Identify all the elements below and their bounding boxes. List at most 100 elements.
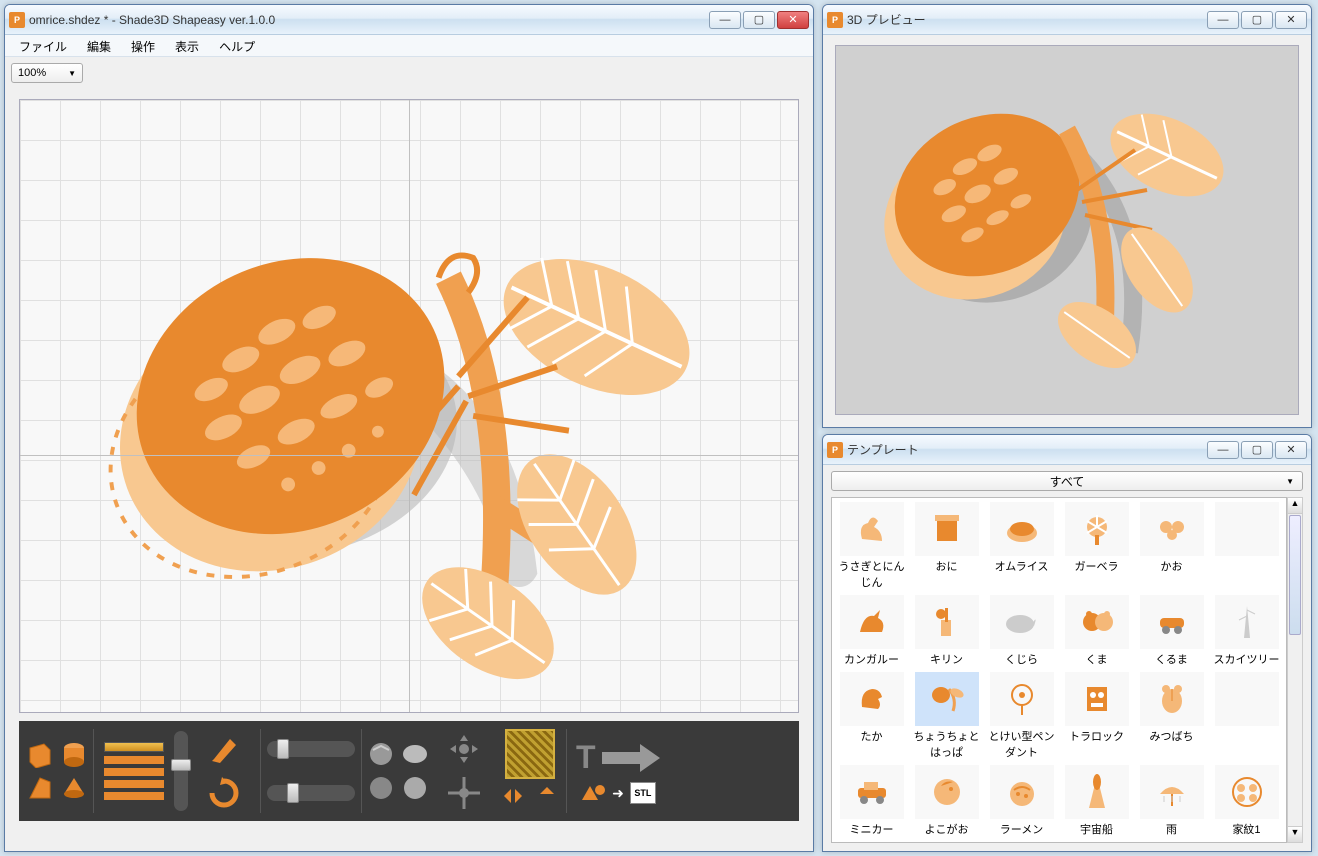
template-item[interactable]: トラロック	[1059, 670, 1134, 763]
maximize-button[interactable]: ▢	[1241, 11, 1273, 29]
template-item[interactable]: たか	[834, 670, 909, 763]
dropdown-caret-icon: ▼	[68, 69, 76, 78]
template-item[interactable]: カンガルー	[834, 593, 909, 670]
bevel-b-tool[interactable]	[400, 739, 430, 769]
bevel-a-tool[interactable]	[366, 739, 396, 769]
template-item[interactable]: おに	[909, 500, 984, 593]
template-label: とけい型ペンダント	[984, 728, 1059, 760]
canvas-2d[interactable]	[19, 99, 799, 713]
template-item[interactable]	[1209, 670, 1284, 763]
template-item[interactable]: みつばち	[1134, 670, 1209, 763]
cone-shape-tool[interactable]	[59, 773, 89, 803]
toolbar-separator	[93, 729, 94, 813]
template-item[interactable]: くま	[1059, 593, 1134, 670]
menu-view[interactable]: 表示	[165, 35, 209, 56]
template-item[interactable]: かお	[1134, 500, 1209, 593]
template-title: テンプレート	[847, 441, 1207, 458]
height-slider-thumb[interactable]	[171, 759, 191, 771]
layer-top-icon[interactable]	[104, 742, 164, 752]
width-slider[interactable]	[267, 741, 355, 757]
height-slider[interactable]	[174, 731, 188, 811]
scroll-up-button[interactable]: ▲	[1288, 498, 1302, 514]
template-window: P テンプレート — ▢ ✕ すべて ▼ うさぎとにんじんおにオムライスガーベラ…	[822, 434, 1312, 852]
dropdown-caret-icon: ▼	[1286, 477, 1294, 486]
filter-value: すべて	[1050, 473, 1085, 490]
app-icon: P	[827, 12, 843, 28]
menu-file[interactable]: ファイル	[9, 35, 77, 56]
template-label: スカイツリー	[1209, 651, 1284, 667]
scroll-handle[interactable]	[1289, 515, 1301, 635]
template-item[interactable]: ちょうちょとはっぱ	[909, 670, 984, 763]
template-thumb	[1065, 672, 1129, 726]
template-item[interactable]: うさぎとにんじん	[834, 500, 909, 593]
template-item[interactable]: スカイツリー	[1209, 593, 1284, 670]
svg-text:T: T	[576, 739, 596, 775]
menu-edit[interactable]: 編集	[77, 35, 121, 56]
menubar: ファイル 編集 操作 表示 ヘルプ	[5, 35, 813, 57]
template-item[interactable]: ラーメン	[984, 763, 1059, 840]
bevel-c-tool[interactable]	[366, 773, 396, 803]
template-item[interactable]: くじら	[984, 593, 1059, 670]
template-filter-select[interactable]: すべて ▼	[831, 471, 1303, 491]
template-item[interactable]	[1209, 500, 1284, 593]
wedge-shape-tool[interactable]	[25, 773, 55, 803]
scroll-down-button[interactable]: ▼	[1288, 826, 1302, 842]
template-item[interactable]: ガーベラ	[1059, 500, 1134, 593]
move-tools	[434, 729, 494, 813]
template-label: ガーベラ	[1059, 558, 1134, 574]
depth-slider[interactable]	[267, 785, 355, 801]
close-button[interactable]: ✕	[1275, 11, 1307, 29]
flip-v-tool[interactable]	[532, 781, 562, 811]
close-button[interactable]: ✕	[1275, 441, 1307, 459]
close-button[interactable]: ✕	[777, 11, 809, 29]
bevel-d-tool[interactable]	[400, 773, 430, 803]
minimize-button[interactable]: —	[1207, 11, 1239, 29]
preview-titlebar[interactable]: P 3D プレビュー — ▢ ✕	[823, 5, 1311, 35]
shape-tools	[27, 729, 87, 813]
width-slider-thumb[interactable]	[277, 739, 289, 759]
minimize-button[interactable]: —	[1207, 441, 1239, 459]
layer-2-icon[interactable]	[104, 756, 164, 764]
menu-operate[interactable]: 操作	[121, 35, 165, 56]
preview-3d-canvas[interactable]	[835, 45, 1299, 415]
template-item[interactable]: よこがお	[909, 763, 984, 840]
layer-3-icon[interactable]	[104, 768, 164, 776]
template-label: ミニカー	[834, 821, 909, 837]
menu-help[interactable]: ヘルプ	[209, 35, 265, 56]
template-item[interactable]: とけい型ペンダント	[984, 670, 1059, 763]
export-stl-button[interactable]: STL	[630, 782, 656, 804]
template-item[interactable]: 雨	[1134, 763, 1209, 840]
export-shape-icon[interactable]	[580, 782, 606, 804]
template-label: カンガルー	[834, 651, 909, 667]
template-thumb	[840, 502, 904, 556]
text-tool-icon[interactable]: T	[574, 738, 596, 778]
zoom-level-select[interactable]: 100% ▼	[11, 63, 83, 83]
layer-4-icon[interactable]	[104, 780, 164, 788]
cylinder-shape-tool[interactable]	[59, 739, 89, 769]
move-xy-tool[interactable]	[444, 729, 484, 769]
template-thumb	[1065, 765, 1129, 819]
template-item[interactable]: ミニカー	[834, 763, 909, 840]
minimize-button[interactable]: —	[709, 11, 741, 29]
draw-tools	[194, 729, 254, 813]
depth-slider-thumb[interactable]	[287, 783, 299, 803]
layer-5-icon[interactable]	[104, 792, 164, 800]
flip-h-tool[interactable]	[498, 781, 528, 811]
template-item[interactable]: キリン	[909, 593, 984, 670]
template-titlebar[interactable]: P テンプレート — ▢ ✕	[823, 435, 1311, 465]
box-shape-tool[interactable]	[25, 739, 55, 769]
template-item[interactable]: くるま	[1134, 593, 1209, 670]
template-scrollbar[interactable]: ▲ ▼	[1287, 497, 1303, 843]
template-item[interactable]: 家紋1	[1209, 763, 1284, 840]
pencil-tool[interactable]	[204, 729, 244, 769]
rotate-tool[interactable]	[204, 773, 244, 813]
move-axis-tool[interactable]	[444, 773, 484, 813]
texture-hatch-tool[interactable]	[507, 731, 553, 777]
main-titlebar[interactable]: P omrice.shdez * - Shade3D Shapeasy ver.…	[5, 5, 813, 35]
template-item[interactable]: 宇宙船	[1059, 763, 1134, 840]
maximize-button[interactable]: ▢	[1241, 441, 1273, 459]
zoom-bar: 100% ▼	[5, 57, 813, 89]
maximize-button[interactable]: ▢	[743, 11, 775, 29]
template-thumb	[990, 765, 1054, 819]
template-item[interactable]: オムライス	[984, 500, 1059, 593]
